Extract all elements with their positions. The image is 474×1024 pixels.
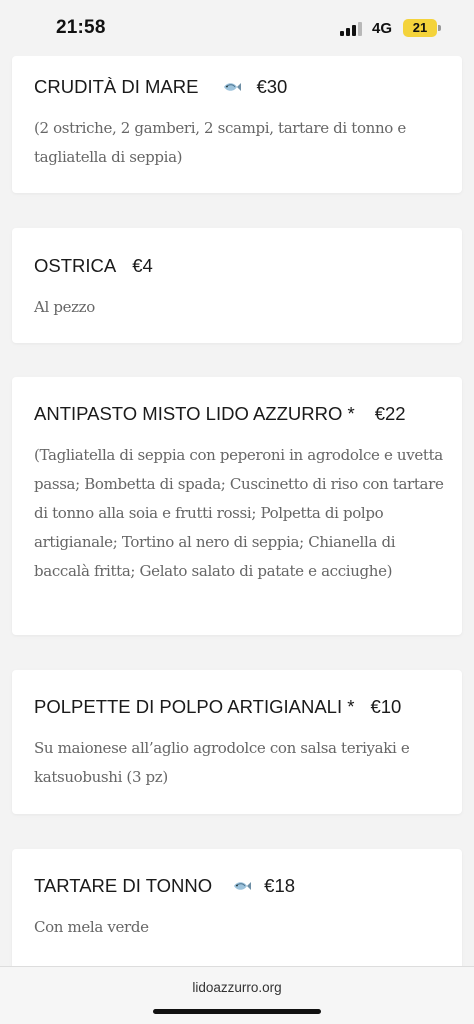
menu-item-price: €18	[264, 875, 296, 896]
menu-item-title: ANTIPASTO MISTO LIDO AZZURRO * €22	[34, 403, 406, 425]
menu-item-description: (2 ostriche, 2 gamberi, 2 scampi, tartar…	[34, 119, 406, 166]
battery-tip	[438, 25, 441, 31]
network-type: 4G	[372, 20, 393, 37]
menu-item-description: Su maionese all’aglio agrodolce con sals…	[34, 739, 410, 786]
url-text[interactable]: lidoazzurro.org	[0, 980, 474, 995]
menu-item-price: €4	[132, 255, 153, 276]
fish-icon	[224, 83, 242, 91]
battery-icon: 21	[403, 19, 437, 37]
menu-item-card[interactable]: TARTARE DI TONNO €18 Con mela verde	[12, 849, 462, 966]
menu-item-description: (Tagliatella di seppia con peperoni in a…	[34, 446, 444, 580]
menu-item-name: CRUDITÀ DI MARE	[34, 76, 199, 97]
menu-item-name: ANTIPASTO MISTO LIDO AZZURRO *	[34, 403, 355, 424]
menu-item-title: TARTARE DI TONNO €18	[34, 875, 295, 897]
menu-item-description: Con mela verde	[34, 918, 149, 936]
home-indicator[interactable]	[153, 1009, 321, 1014]
menu-item-price: €30	[256, 76, 288, 97]
battery-level: 21	[412, 20, 428, 35]
menu-item-description: Al pezzo	[34, 298, 95, 316]
menu-list: CRUDITÀ DI MARE €30 (2 ostriche, 2 gambe…	[0, 0, 474, 966]
menu-item-price: €22	[374, 403, 406, 424]
menu-item-card[interactable]: OSTRICA €4 Al pezzo	[12, 228, 462, 343]
menu-item-name: POLPETTE DI POLPO ARTIGIANALI *	[34, 696, 355, 717]
menu-item-card[interactable]: ANTIPASTO MISTO LIDO AZZURRO * €22 (Tagl…	[12, 377, 462, 635]
fish-icon	[234, 882, 252, 890]
status-bar: 21:58 4G 21	[0, 0, 474, 56]
browser-address-bar[interactable]: lidoazzurro.org	[0, 966, 474, 1024]
menu-item-name: TARTARE DI TONNO	[34, 875, 213, 896]
menu-item-card[interactable]: CRUDITÀ DI MARE €30 (2 ostriche, 2 gambe…	[12, 56, 462, 193]
status-time: 21:58	[56, 17, 106, 38]
menu-item-title: CRUDITÀ DI MARE €30	[34, 76, 287, 98]
menu-item-name: OSTRICA	[34, 255, 117, 276]
menu-item-title: POLPETTE DI POLPO ARTIGIANALI * €10	[34, 696, 401, 718]
menu-item-price: €10	[370, 696, 402, 717]
menu-item-title: OSTRICA €4	[34, 255, 153, 277]
cellular-signal-icon	[340, 22, 362, 36]
menu-item-card[interactable]: POLPETTE DI POLPO ARTIGIANALI * €10 Su m…	[12, 670, 462, 814]
